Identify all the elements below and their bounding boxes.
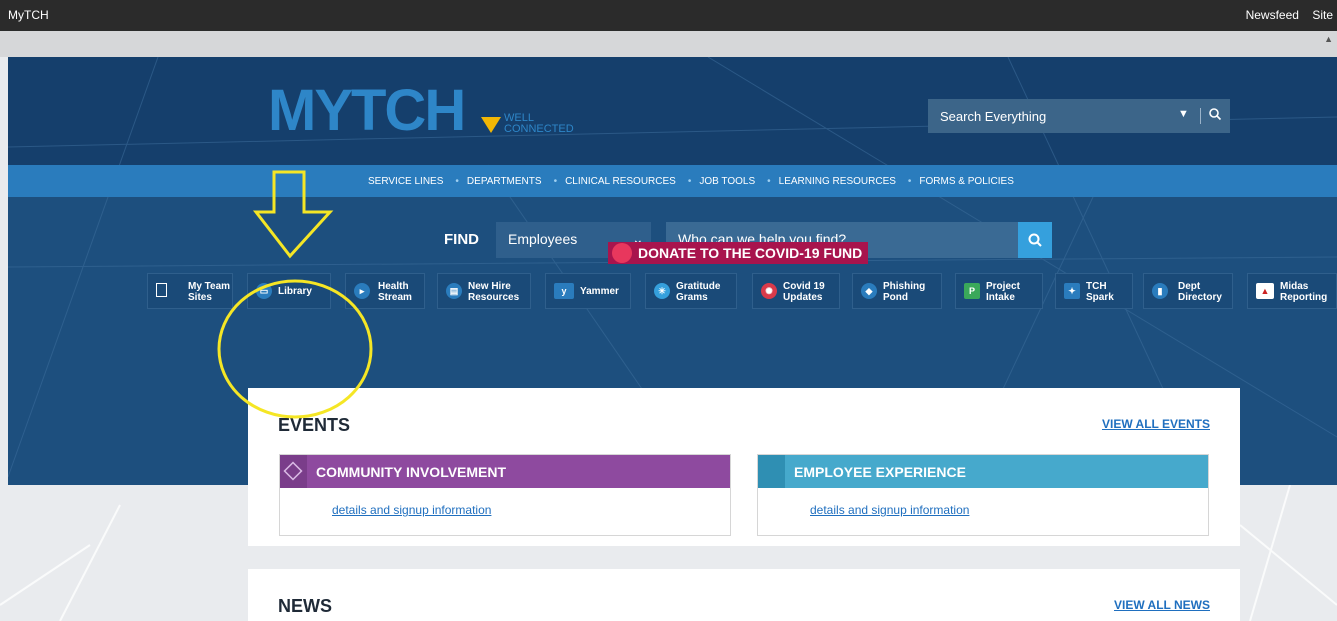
nav-job-tools[interactable]: JOB TOOLS: [699, 176, 755, 187]
view-all-events-link[interactable]: VIEW ALL EVENTS: [1102, 417, 1210, 431]
logo-tagline: WELL CONNECTED: [504, 112, 574, 135]
logo-triangle-icon: [481, 117, 501, 133]
annotation-circle: [217, 279, 373, 419]
diamond-icon: [280, 455, 307, 488]
accent-bar: [758, 455, 785, 488]
project-icon: P: [964, 283, 980, 299]
nav-service-lines[interactable]: SERVICE LINES: [368, 176, 443, 187]
phishing-icon: ◆: [861, 283, 877, 299]
main-nav: SERVICE LINES • DEPARTMENTS • CLINICAL RES…: [8, 165, 1337, 197]
news-panel: NEWS VIEW ALL NEWS: [248, 569, 1240, 621]
tile-project-intake[interactable]: P Project Intake: [955, 273, 1043, 309]
scroll-up-icon[interactable]: ▲: [1324, 34, 1333, 44]
annotation-arrow: [252, 170, 334, 259]
tile-new-hire-resources[interactable]: ▤ New Hire Resources: [437, 273, 531, 309]
event-card-header: COMMUNITY INVOLVEMENT: [280, 455, 730, 488]
event-card-employee-experience[interactable]: EMPLOYEE EXPERIENCE details and signup i…: [757, 454, 1209, 536]
tile-yammer[interactable]: y Yammer: [545, 273, 631, 309]
find-label: FIND: [444, 231, 479, 248]
event-card-community-involvement[interactable]: COMMUNITY INVOLVEMENT details and signup…: [279, 454, 731, 536]
view-all-news-link[interactable]: VIEW ALL NEWS: [1114, 598, 1210, 612]
midas-icon: ▲: [1256, 283, 1274, 299]
tile-tch-spark[interactable]: ✦ TCH Spark: [1055, 273, 1133, 309]
event-details-link[interactable]: details and signup information: [332, 503, 491, 517]
tile-phishing-pond[interactable]: ◆ Phishing Pond: [852, 273, 942, 309]
search-icon[interactable]: [1208, 107, 1222, 124]
event-details-link[interactable]: details and signup information: [810, 503, 969, 517]
find-search-button[interactable]: [1018, 222, 1052, 258]
donate-covid-fund-button[interactable]: DONATE TO THE COVID-19 FUND: [608, 242, 869, 264]
spark-icon: ✦: [1064, 283, 1080, 299]
search-everything-box[interactable]: Search Everything ▼: [928, 99, 1230, 133]
nav-departments[interactable]: DEPARTMENTS: [467, 176, 542, 187]
tile-dept-directory[interactable]: ▮ Dept Directory: [1143, 273, 1233, 309]
event-card-header: EMPLOYEE EXPERIENCE: [758, 455, 1208, 488]
nav-learning-resources[interactable]: LEARNING RESOURCES: [779, 176, 896, 187]
tile-midas-reporting[interactable]: ▲ Midas Reporting: [1247, 273, 1337, 309]
top-links: Newsfeed Site: [1236, 8, 1333, 22]
tile-covid-19-updates[interactable]: ✺ Covid 19 Updates: [752, 273, 840, 309]
news-title: NEWS: [278, 596, 332, 616]
site-link[interactable]: Site: [1312, 8, 1333, 22]
top-bar: MyTCH Newsfeed Site: [0, 0, 1337, 31]
caret-down-icon[interactable]: ▼: [1178, 108, 1189, 120]
page-icon: [156, 283, 167, 297]
directory-icon: ▮: [1152, 283, 1168, 299]
gray-strip: [0, 31, 1337, 57]
search-label: Search Everything: [940, 109, 1047, 124]
events-panel: EVENTS VIEW ALL EVENTS COMMUNITY INVOLVE…: [248, 388, 1240, 546]
covid-virus-icon: [612, 243, 632, 263]
nav-forms-policies[interactable]: FORMS & POLICIES: [919, 176, 1013, 187]
app-title: MyTCH: [8, 8, 49, 22]
newsfeed-link[interactable]: Newsfeed: [1246, 8, 1299, 22]
id-card-icon: ▤: [446, 283, 462, 299]
nav-clinical-resources[interactable]: CLINICAL RESOURCES: [565, 176, 676, 187]
virus-icon: ✺: [761, 283, 777, 299]
snowflake-icon: ✳: [654, 283, 670, 299]
tile-gratitude-grams[interactable]: ✳ Gratitude Grams: [645, 273, 737, 309]
yammer-icon: y: [554, 283, 574, 299]
logo-text: MYTCH: [268, 78, 466, 143]
